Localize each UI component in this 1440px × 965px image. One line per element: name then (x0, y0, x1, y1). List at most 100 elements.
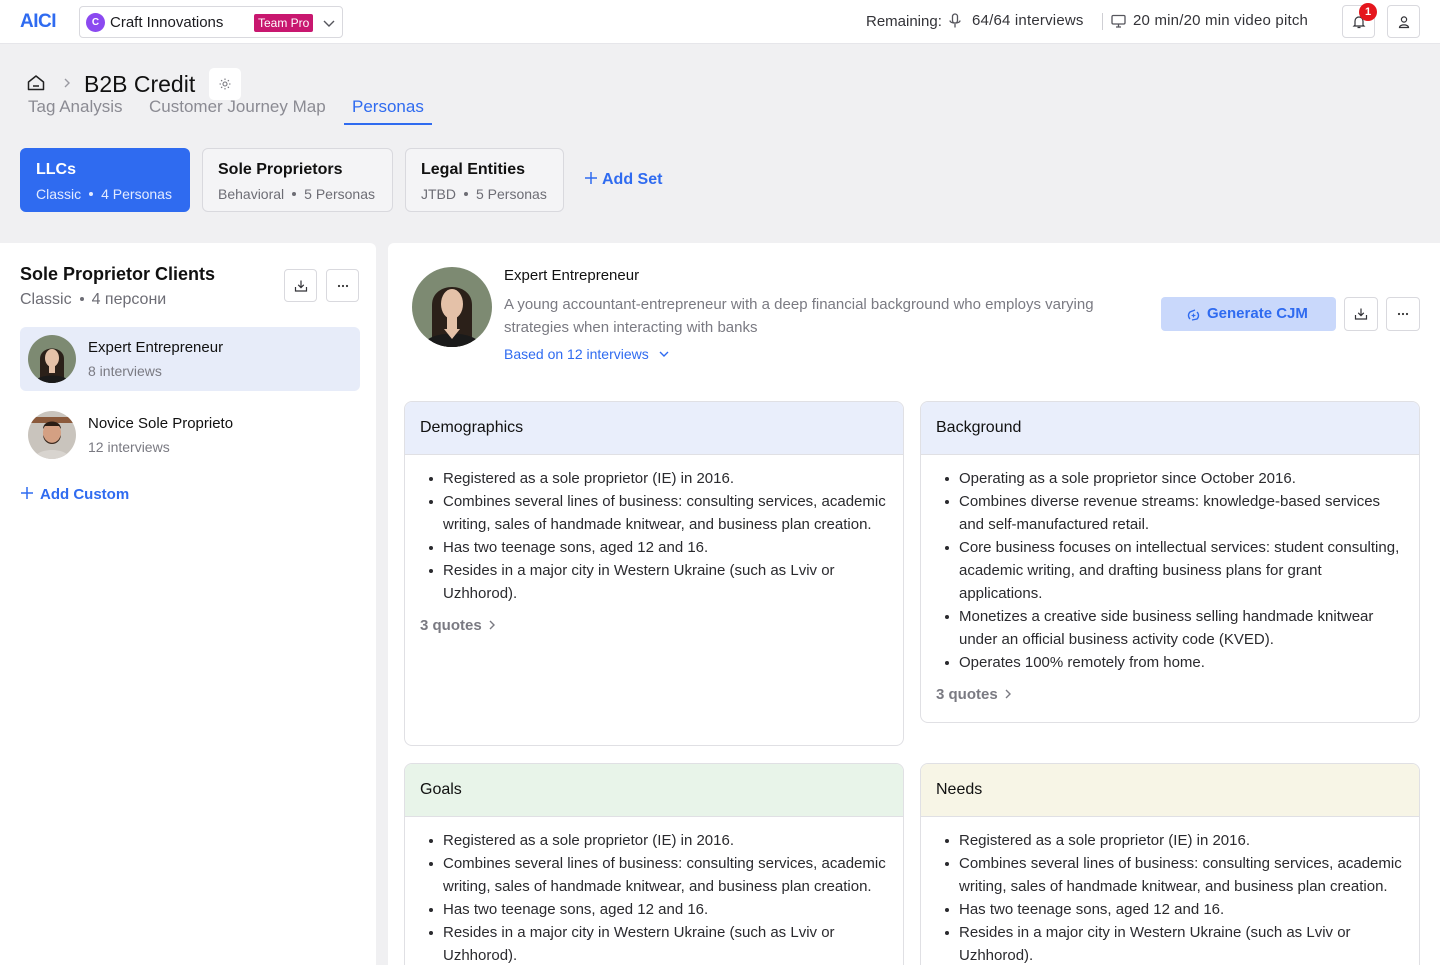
persona-list-item[interactable]: Expert Entrepreneur 8 interviews (20, 327, 360, 391)
list-item: Monetizes a creative side business selli… (943, 605, 1404, 651)
persona-name: Novice Sole Proprieto (88, 415, 234, 432)
chevron-right-icon (489, 620, 495, 630)
set-meta: Behavioral 5 Personas (218, 186, 375, 202)
tab-personas[interactable]: Personas (352, 97, 424, 117)
user-menu-button[interactable] (1387, 5, 1420, 38)
persona-set-legal-entities[interactable]: Legal Entities JTBD 5 Personas (405, 148, 564, 212)
org-switcher[interactable]: C Craft Innovations Team Pro (79, 6, 343, 38)
set-meta: Classic 4 Personas (36, 186, 172, 202)
card-title: Goals (405, 764, 903, 817)
list-item: Registered as a sole proprietor (IE) in … (943, 829, 1404, 852)
download-icon (294, 280, 308, 292)
woman-portrait-icon (28, 335, 76, 383)
more-horizontal-icon (337, 284, 349, 288)
card-list: Registered as a sole proprietor (IE) in … (427, 467, 888, 605)
download-persona-button[interactable] (1344, 297, 1378, 331)
persona-set-llcs[interactable]: LLCs Classic 4 Personas (20, 148, 190, 212)
list-item: Combines diverse revenue streams: knowle… (943, 490, 1404, 536)
remaining-label: Remaining: (866, 13, 942, 30)
app-logo[interactable]: AICI (20, 11, 57, 33)
set-more-button[interactable] (326, 269, 359, 302)
list-item: Has two teenage sons, aged 12 and 16. (427, 536, 888, 559)
set-meta: Classic 4 персони (20, 291, 167, 308)
avatar (28, 411, 76, 459)
list-item: Has two teenage sons, aged 12 and 16. (427, 898, 888, 921)
set-title: Sole Proprietors (218, 161, 343, 178)
card-title: Background (921, 402, 1419, 455)
chevron-right-icon (1005, 689, 1011, 699)
based-on-interviews-toggle[interactable]: Based on 12 interviews (504, 346, 670, 362)
notification-count-badge: 1 (1359, 3, 1377, 21)
avatar (28, 335, 76, 383)
quotes-link[interactable]: 3 quotes (420, 617, 888, 634)
microphone-icon (949, 13, 961, 28)
home-icon[interactable] (26, 73, 46, 93)
persona-avatar (412, 267, 492, 347)
needs-card: Needs Registered as a sole proprietor (I… (920, 763, 1420, 965)
persona-list-panel: Sole Proprietor Clients Classic 4 персони… (0, 243, 376, 965)
list-item: Resides in a major city in Western Ukrai… (427, 559, 888, 605)
download-set-button[interactable] (284, 269, 317, 302)
list-item: Combines several lines of business: cons… (427, 852, 888, 898)
list-item: Resides in a major city in Western Ukrai… (943, 921, 1404, 965)
project-settings-button[interactable] (209, 68, 241, 100)
card-title: Needs (921, 764, 1419, 817)
list-item: Combines several lines of business: cons… (943, 852, 1404, 898)
persona-interviews: 8 interviews (88, 363, 162, 379)
active-tab-indicator (344, 123, 432, 125)
download-icon (1354, 308, 1368, 320)
list-item: Operating as a sole proprietor since Oct… (943, 467, 1404, 490)
org-name: Craft Innovations (110, 14, 224, 31)
set-name: Sole Proprietor Clients (20, 264, 216, 284)
persona-description: A young accountant-entrepreneur with a d… (504, 296, 1094, 336)
set-meta: JTBD 5 Personas (421, 186, 547, 202)
tab-tag-analysis[interactable]: Tag Analysis (28, 97, 123, 117)
persona-list-item[interactable]: Novice Sole Proprieto 12 interviews (20, 403, 360, 467)
user-icon (1398, 16, 1410, 29)
list-item: Combines several lines of business: cons… (427, 490, 888, 536)
background-card: Background Operating as a sole proprieto… (920, 401, 1420, 723)
chevron-down-icon (659, 351, 669, 358)
more-horizontal-icon (1397, 312, 1409, 316)
set-title: Legal Entities (421, 161, 526, 178)
tab-customer-journey-map[interactable]: Customer Journey Map (149, 97, 326, 117)
demographics-card: Demographics Registered as a sole propri… (404, 401, 904, 746)
persona-interviews: 12 interviews (88, 439, 170, 455)
plus-icon (21, 487, 33, 500)
page-title: B2B Credit (84, 71, 196, 97)
persona-set-sole-proprietors[interactable]: Sole Proprietors Behavioral 5 Personas (202, 148, 393, 212)
woman-portrait-icon (412, 267, 492, 347)
generate-cjm-button[interactable]: Generate CJM (1161, 297, 1336, 331)
chevron-down-icon (323, 20, 335, 27)
list-item: Has two teenage sons, aged 12 and 16. (943, 898, 1404, 921)
list-item: Registered as a sole proprietor (IE) in … (427, 467, 888, 490)
interviews-quota: 64/64 interviews (972, 12, 1084, 29)
card-list: Registered as a sole proprietor (IE) in … (943, 829, 1404, 965)
card-list: Registered as a sole proprietor (IE) in … (427, 829, 888, 965)
add-set-button[interactable]: Add Set (584, 171, 662, 189)
goals-card: Goals Registered as a sole proprietor (I… (404, 763, 904, 965)
video-pitch-quota: 20 min/20 min video pitch (1133, 12, 1309, 29)
presentation-icon (1111, 14, 1126, 28)
persona-name: Expert Entrepreneur (504, 267, 640, 284)
quotes-link[interactable]: 3 quotes (936, 686, 1404, 703)
org-avatar: C (86, 13, 105, 32)
persona-more-button[interactable] (1386, 297, 1420, 331)
chevron-right-icon (64, 78, 70, 88)
list-item: Registered as a sole proprietor (IE) in … (427, 829, 888, 852)
divider (1102, 13, 1103, 30)
persona-name: Expert Entrepreneur (88, 339, 224, 356)
plus-icon (585, 171, 597, 184)
sparkle-icon (1187, 309, 1200, 321)
top-bar: AICI C Craft Innovations Team Pro Remain… (0, 0, 1440, 44)
list-item: Resides in a major city in Western Ukrai… (427, 921, 888, 965)
man-portrait-icon (28, 411, 76, 459)
gear-icon (219, 78, 231, 90)
card-title: Demographics (405, 402, 903, 455)
plan-badge: Team Pro (254, 14, 314, 32)
list-item: Operates 100% remotely from home. (943, 651, 1404, 674)
set-title: LLCs (36, 161, 76, 178)
list-item: Core business focuses on intellectual se… (943, 536, 1404, 605)
card-list: Operating as a sole proprietor since Oct… (943, 467, 1404, 674)
add-custom-persona-button[interactable]: Add Custom (20, 486, 129, 503)
